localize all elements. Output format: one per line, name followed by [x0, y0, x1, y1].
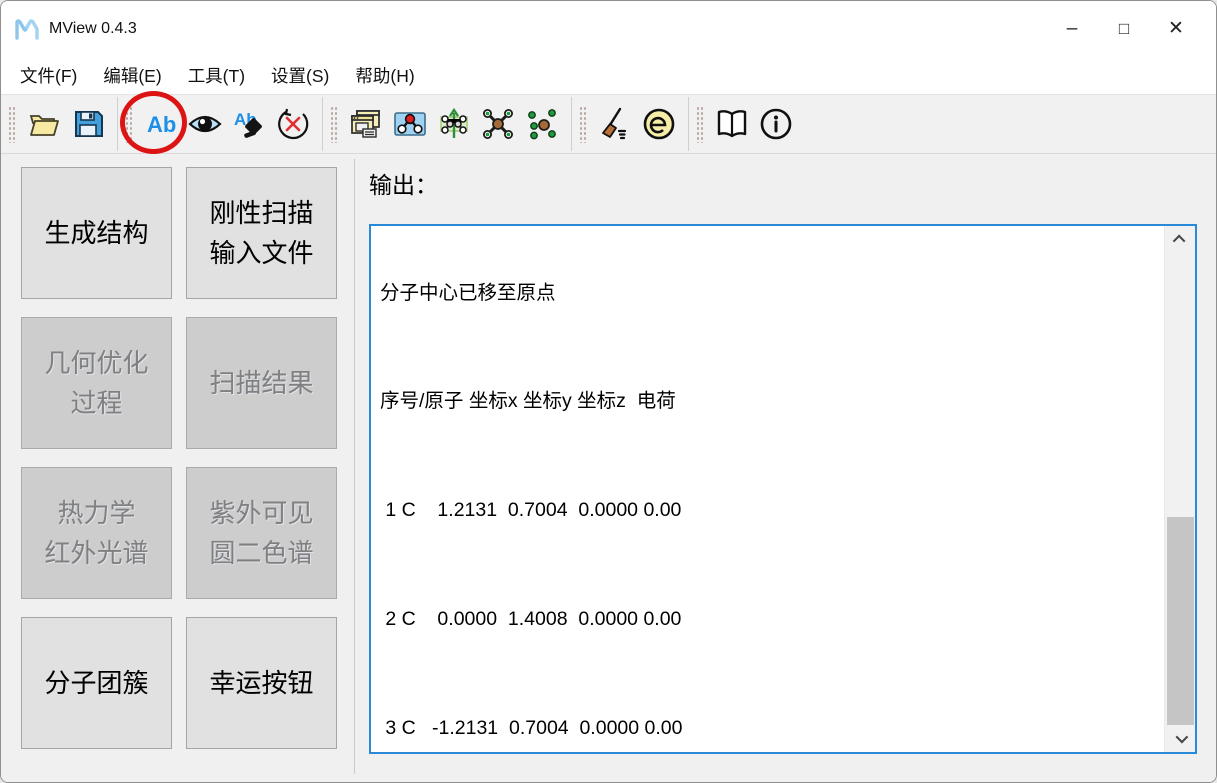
maximize-button[interactable]: □	[1098, 9, 1150, 49]
close-button[interactable]: ✕	[1150, 9, 1202, 49]
atom-row: 2 C 0.0000 1.4008 0.0000 0.00	[380, 601, 1159, 637]
toolbar-group-help	[689, 95, 805, 153]
sidebar-button-grid: 生成结构 刚性扫描 输入文件 几何优化 过程 扫描结果 热力学 红外光谱 紫外可…	[21, 167, 337, 749]
atom-scatter-button[interactable]	[520, 98, 564, 150]
info-icon	[759, 107, 793, 141]
toolbar-group-tools	[572, 95, 688, 153]
rigid-scan-input-button[interactable]: 刚性扫描 输入文件	[186, 167, 337, 299]
geometry-optimization-button: 几何优化 过程	[21, 317, 172, 449]
circle-x-icon	[276, 107, 310, 141]
toolbar-group-molecule	[323, 95, 571, 153]
menu-help[interactable]: 帮助(H)	[342, 57, 427, 94]
atom-row: 1 C 1.2131 0.7004 0.0000 0.00	[380, 492, 1159, 528]
output-scrollbar[interactable]	[1164, 226, 1195, 752]
toolbar-grip[interactable]	[125, 105, 133, 143]
toolbar-group-file	[1, 95, 117, 153]
app-window: MView 0.4.3 – □ ✕ 文件(F) 编辑(E) 工具(T) 设置(S…	[0, 0, 1217, 783]
orient-molecule-icon	[437, 107, 471, 141]
erase-labels-button[interactable]: Ab	[227, 98, 271, 150]
output-textarea[interactable]: 分子中心已移至原点 序号/原子 坐标x 坐标y 坐标z 电荷 1 C 1.213…	[369, 224, 1197, 754]
show-labels-button[interactable]: Ab	[139, 98, 183, 150]
main-content: 生成结构 刚性扫描 输入文件 几何优化 过程 扫描结果 热力学 红外光谱 紫外可…	[1, 154, 1216, 783]
reset-cancel-button[interactable]	[271, 98, 315, 150]
clean-button[interactable]	[593, 98, 637, 150]
thermo-ir-spectrum-button: 热力学 红外光谱	[21, 467, 172, 599]
scroll-down-button[interactable]	[1165, 725, 1196, 752]
title-bar: MView 0.4.3 – □ ✕	[1, 1, 1216, 56]
manual-button[interactable]	[710, 98, 754, 150]
toolbar-grip[interactable]	[330, 105, 338, 143]
broom-icon	[598, 107, 632, 141]
energy-e-icon	[642, 107, 676, 141]
toolbar-group-labels: Ab Ab	[118, 95, 322, 153]
view-labels-button[interactable]	[183, 98, 227, 150]
lucky-button[interactable]: 幸运按钮	[186, 617, 337, 749]
toolbar: Ab Ab	[1, 94, 1216, 154]
windows-panels-button[interactable]	[344, 98, 388, 150]
menu-edit[interactable]: 编辑(E)	[90, 57, 174, 94]
molecule-icon	[393, 107, 427, 141]
open-folder-icon	[27, 107, 61, 141]
uv-cd-spectrum-button: 紫外可见 圆二色谱	[186, 467, 337, 599]
bond-structure-icon	[481, 107, 515, 141]
molecule-view-button[interactable]	[388, 98, 432, 150]
scrollbar-thumb[interactable]	[1167, 517, 1194, 725]
open-file-button[interactable]	[22, 98, 66, 150]
output-line-clipped: 分子中心已移至原点	[380, 275, 1159, 311]
chevron-up-icon	[1173, 235, 1186, 248]
generate-structure-button[interactable]: 生成结构	[21, 167, 172, 299]
windows-panels-icon	[349, 107, 383, 141]
window-controls: – □ ✕	[1046, 1, 1202, 56]
chevron-down-icon	[1176, 731, 1189, 744]
output-header: 序号/原子 坐标x 坐标y 坐标z 电荷	[380, 383, 1159, 419]
book-icon	[715, 107, 749, 141]
scan-result-button: 扫描结果	[186, 317, 337, 449]
menu-tools[interactable]: 工具(T)	[175, 57, 258, 94]
orient-molecule-button[interactable]	[432, 98, 476, 150]
output-text: 分子中心已移至原点 序号/原子 坐标x 坐标y 坐标z 电荷 1 C 1.213…	[371, 226, 1159, 752]
window-title: MView 0.4.3	[49, 20, 137, 38]
atom-scatter-icon	[525, 107, 559, 141]
atom-row: 3 C -1.2131 0.7004 0.0000 0.00	[380, 710, 1159, 746]
eye-icon	[188, 107, 222, 141]
about-button[interactable]	[754, 98, 798, 150]
minimize-button[interactable]: –	[1046, 9, 1098, 49]
scroll-up-button[interactable]	[1165, 226, 1196, 253]
ab-labels-icon: Ab	[144, 107, 178, 141]
output-label: 输出：	[369, 166, 438, 200]
save-file-button[interactable]	[66, 98, 110, 150]
menu-settings[interactable]: 设置(S)	[258, 57, 342, 94]
menu-bar: 文件(F) 编辑(E) 工具(T) 设置(S) 帮助(H)	[1, 56, 1216, 94]
molecular-cluster-button[interactable]: 分子团簇	[21, 617, 172, 749]
save-floppy-icon	[71, 107, 105, 141]
energy-button[interactable]	[637, 98, 681, 150]
toolbar-grip[interactable]	[579, 105, 587, 143]
ab-eraser-icon: Ab	[232, 107, 266, 141]
toolbar-grip[interactable]	[8, 105, 16, 143]
svg-text:Ab: Ab	[147, 112, 176, 137]
app-logo-icon	[15, 18, 39, 40]
bond-structure-button[interactable]	[476, 98, 520, 150]
toolbar-grip[interactable]	[696, 105, 704, 143]
panel-divider	[354, 159, 355, 774]
menu-file[interactable]: 文件(F)	[7, 57, 90, 94]
